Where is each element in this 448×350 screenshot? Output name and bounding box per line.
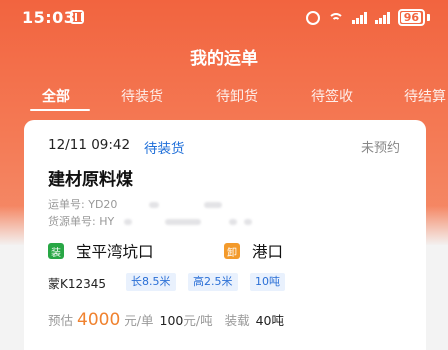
signal-icon (351, 11, 367, 24)
spec-length: 长8.5米 (126, 273, 176, 291)
active-tab-indicator (30, 109, 90, 111)
estimate-label: 预估 (48, 313, 74, 328)
redaction-blur (204, 202, 223, 208)
redaction-blur (228, 219, 237, 225)
price-value: 4000 (77, 310, 121, 330)
tab-to-sign[interactable]: 待签收 (311, 86, 353, 106)
battery-tip (427, 14, 430, 21)
tab-bar: 全部 待装货 待卸货 待签收 待结算 (0, 86, 448, 112)
load-value: 40吨 (255, 313, 284, 328)
order-status: 待装货 (144, 141, 185, 157)
alarm-icon (305, 10, 320, 25)
load-badge: 装 (48, 243, 64, 259)
redaction-blur (244, 219, 253, 225)
source-label: 货源单号: (48, 215, 96, 228)
unload-badge: 卸 (224, 243, 240, 259)
order-datetime: 12/11 09:42 (48, 137, 131, 153)
waybill-value: YD20 (88, 198, 118, 211)
route-destination: 卸 港口 (224, 240, 283, 262)
license-plate: 蒙K12345 (48, 277, 107, 291)
battery-icon: 96 (397, 9, 425, 26)
unit-price-value: 100 (159, 313, 184, 328)
unit-price-unit: 元/吨 (183, 313, 213, 328)
source-value: HY (99, 215, 115, 228)
appointment-status: 未预约 (360, 141, 400, 156)
destination-place: 港口 (252, 243, 284, 261)
route-origin: 装 宝平湾坑口 (48, 240, 154, 262)
wifi-icon (327, 12, 344, 24)
battery-percent: 96 (403, 11, 419, 24)
source-number: 货源单号: HY (48, 213, 253, 229)
waybill-label: 运单号: (48, 198, 85, 211)
redaction-blur (165, 219, 202, 225)
spec-height: 高2.5米 (188, 273, 238, 291)
nfc-icon (70, 10, 84, 24)
price-unit: 元/单 (124, 313, 154, 328)
page-title: 我的运单 (190, 49, 258, 69)
load-label: 装载 (224, 313, 250, 328)
tab-to-unload[interactable]: 待卸货 (216, 86, 258, 106)
price-row: 预估 4000 元/单 100 元/吨 装载 40吨 (48, 310, 284, 330)
waybill-number: 运单号: YD20 (48, 196, 223, 212)
status-bar: 15:03 96 (0, 0, 448, 34)
redaction-blur (123, 219, 132, 225)
signal-icon-2 (374, 11, 390, 24)
order-card[interactable]: 12/11 09:42 待装货 未预约 建材原料煤 运单号: YD20 货源单号… (24, 120, 426, 350)
redaction-blur (148, 202, 159, 208)
origin-place: 宝平湾坑口 (76, 243, 154, 261)
spec-weight: 10吨 (250, 273, 285, 291)
cargo-name: 建材原料煤 (48, 170, 133, 190)
status-icons: 96 (305, 9, 430, 26)
tab-all[interactable]: 全部 (42, 86, 70, 106)
tab-to-settle[interactable]: 待结算 (404, 86, 446, 106)
status-time: 15:03 (22, 8, 76, 27)
tab-to-load[interactable]: 待装货 (121, 86, 163, 106)
